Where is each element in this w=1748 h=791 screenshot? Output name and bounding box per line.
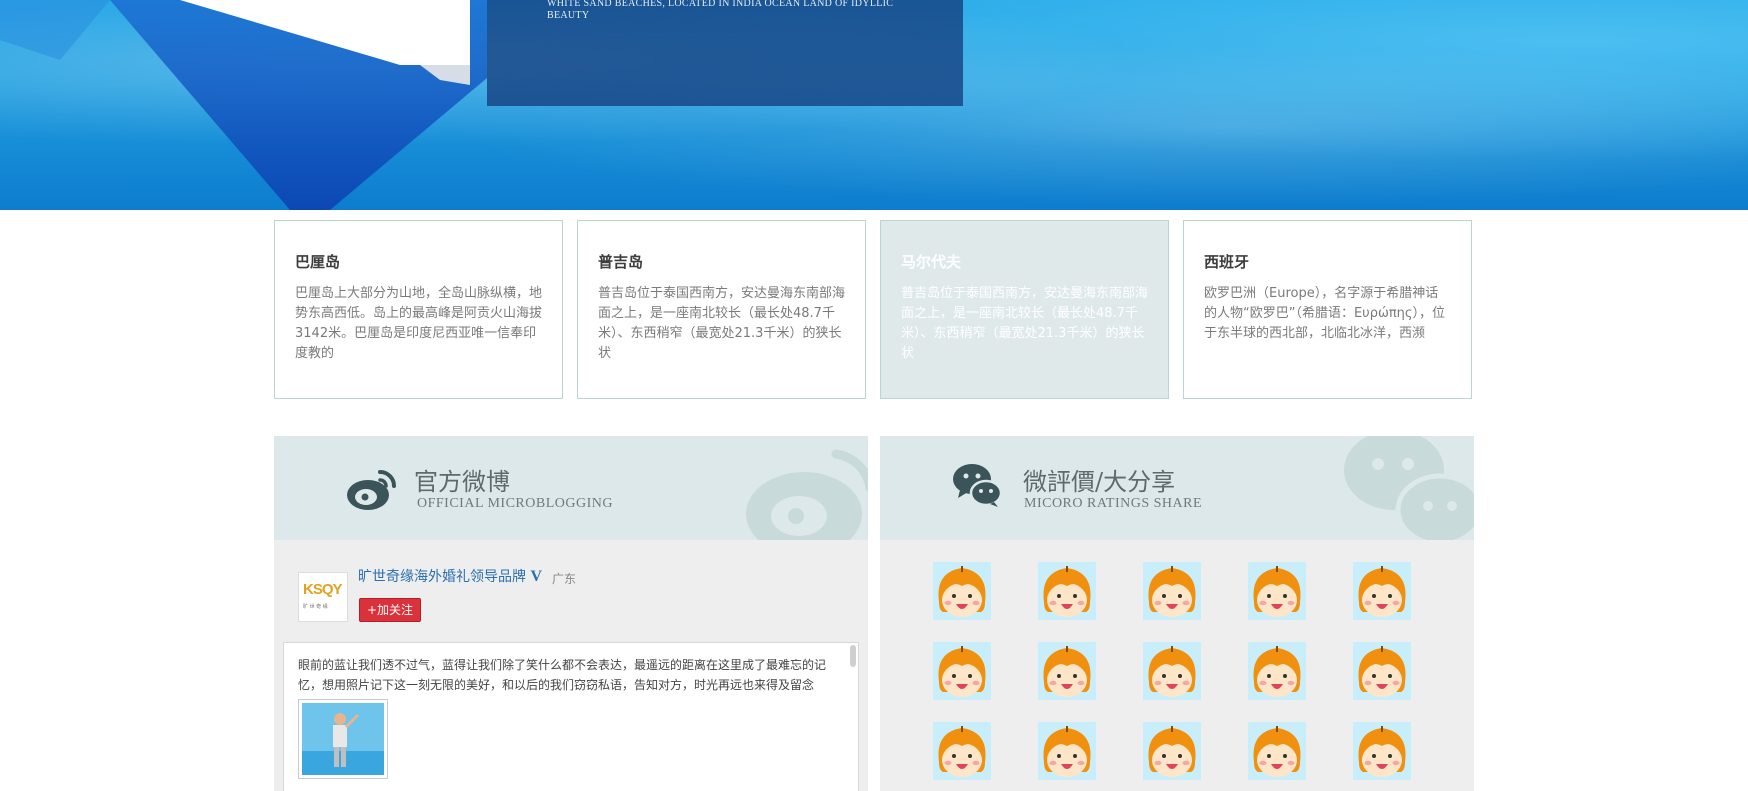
rating-avatar[interactable] [1248,562,1306,620]
rating-avatar[interactable] [1038,642,1096,700]
hero-caption-panel: WHITE SAND BEACHES, LOCATED IN INDIA OCE… [487,0,963,106]
hero-banner: WHITE SAND BEACHES, LOCATED IN INDIA OCE… [0,0,1748,210]
brand-name: 旷世奇缘海外婚礼领导品牌 [358,569,526,585]
verified-badge-icon: V [530,568,543,585]
card-title: 巴厘岛 [295,253,341,271]
weibo-panel-header: 官方微博 OFFICIAL MICROBLOGGING [274,436,868,540]
rating-avatar[interactable] [1143,642,1201,700]
post-photo[interactable] [298,699,388,779]
rating-avatar[interactable] [1248,722,1306,780]
rating-avatar[interactable] [933,562,991,620]
wechat-watermark-icon [1344,436,1474,540]
weibo-icon [347,470,396,510]
rating-avatar[interactable] [1038,562,1096,620]
rating-avatar[interactable] [1143,722,1201,780]
brand-region: 广东 [552,572,577,586]
rating-avatar[interactable] [1143,562,1201,620]
brand-name-link[interactable]: 旷世奇缘海外婚礼领导品牌 V [358,566,542,586]
avatar-caption: 旷 世 奇 缘 [303,604,328,610]
card-text: 普吉岛位于泰国西南方，安达曼海东南部海面之上，是一座南北较长（最长处48.7千米… [598,286,846,361]
rating-avatar[interactable] [1038,722,1096,780]
card-title: 普吉岛 [598,253,644,271]
weibo-feed: KSQY 旷 世 奇 缘 旷世奇缘海外婚礼领导品牌 V 广东 +加关注 眼前的蓝… [274,540,868,791]
weibo-watermark-icon [746,449,868,540]
post-scrollbar[interactable] [850,645,856,667]
card-spain[interactable]: 西班牙 欧罗巴洲（Europe），名字源于希腊神话的人物“欧罗巴”（希腊语：Ευ… [1183,220,1472,399]
post-photo-image [302,703,384,775]
weibo-subtitle: OFFICIAL MICROBLOGGING [417,496,613,511]
brand-avatar[interactable]: KSQY 旷 世 奇 缘 [298,572,348,622]
share-panel-header: 微評價/大分享 MICORO RATINGS SHARE [880,436,1474,540]
share-subtitle: MICORO RATINGS SHARE [1024,496,1203,511]
share-panel: 微評價/大分享 MICORO RATINGS SHARE [880,436,1474,791]
card-title: 西班牙 [1204,253,1250,271]
rating-avatar[interactable] [1353,562,1411,620]
card-phuket[interactable]: 普吉岛 普吉岛位于泰国西南方，安达曼海东南部海面之上，是一座南北较长（最长处48… [577,220,866,399]
wechat-icon [953,464,1002,507]
card-text: 普吉岛位于泰国西南方，安达曼海东南部海面之上，是一座南北较长（最长处48.7千米… [901,286,1149,361]
weibo-title: 官方微博 [414,468,510,496]
avatar-logo-text: KSQY [303,581,343,598]
rating-avatar[interactable] [1353,722,1411,780]
share-title: 微評價/大分享 [1023,468,1176,496]
follow-button[interactable]: +加关注 [359,598,421,622]
hero-subtitle: WHITE SAND BEACHES, LOCATED IN INDIA OCE… [547,0,894,21]
weibo-post: 眼前的蓝让我们透不过气，蓝得让我们除了笑什么都不会表达，最遥远的距离在这里成了最… [283,642,859,791]
weibo-panel: 官方微博 OFFICIAL MICROBLOGGING KSQY 旷 世 奇 缘… [274,436,868,791]
card-text: 欧罗巴洲（Europe），名字源于希腊神话的人物“欧罗巴”（希腊语：Ευρώπη… [1204,286,1446,341]
card-bali[interactable]: 巴厘岛 巴厘岛上大部分为山地，全岛山脉纵横，地势东高西低。岛上的最高峰是阿贡火山… [274,220,563,399]
rating-avatar[interactable] [933,722,991,780]
destination-cards: 巴厘岛 巴厘岛上大部分为山地，全岛山脉纵横，地势东高西低。岛上的最高峰是阿贡火山… [274,220,1474,401]
rating-avatar[interactable] [1248,642,1306,700]
card-text: 巴厘岛上大部分为山地，全岛山脉纵横，地势东高西低。岛上的最高峰是阿贡火山海拔31… [295,286,543,361]
rating-avatar[interactable] [1353,642,1411,700]
card-maldives[interactable]: 马尔代夫 普吉岛位于泰国西南方，安达曼海东南部海面之上，是一座南北较长（最长处4… [880,220,1169,399]
card-title: 马尔代夫 [901,253,962,271]
rating-avatar[interactable] [933,642,991,700]
